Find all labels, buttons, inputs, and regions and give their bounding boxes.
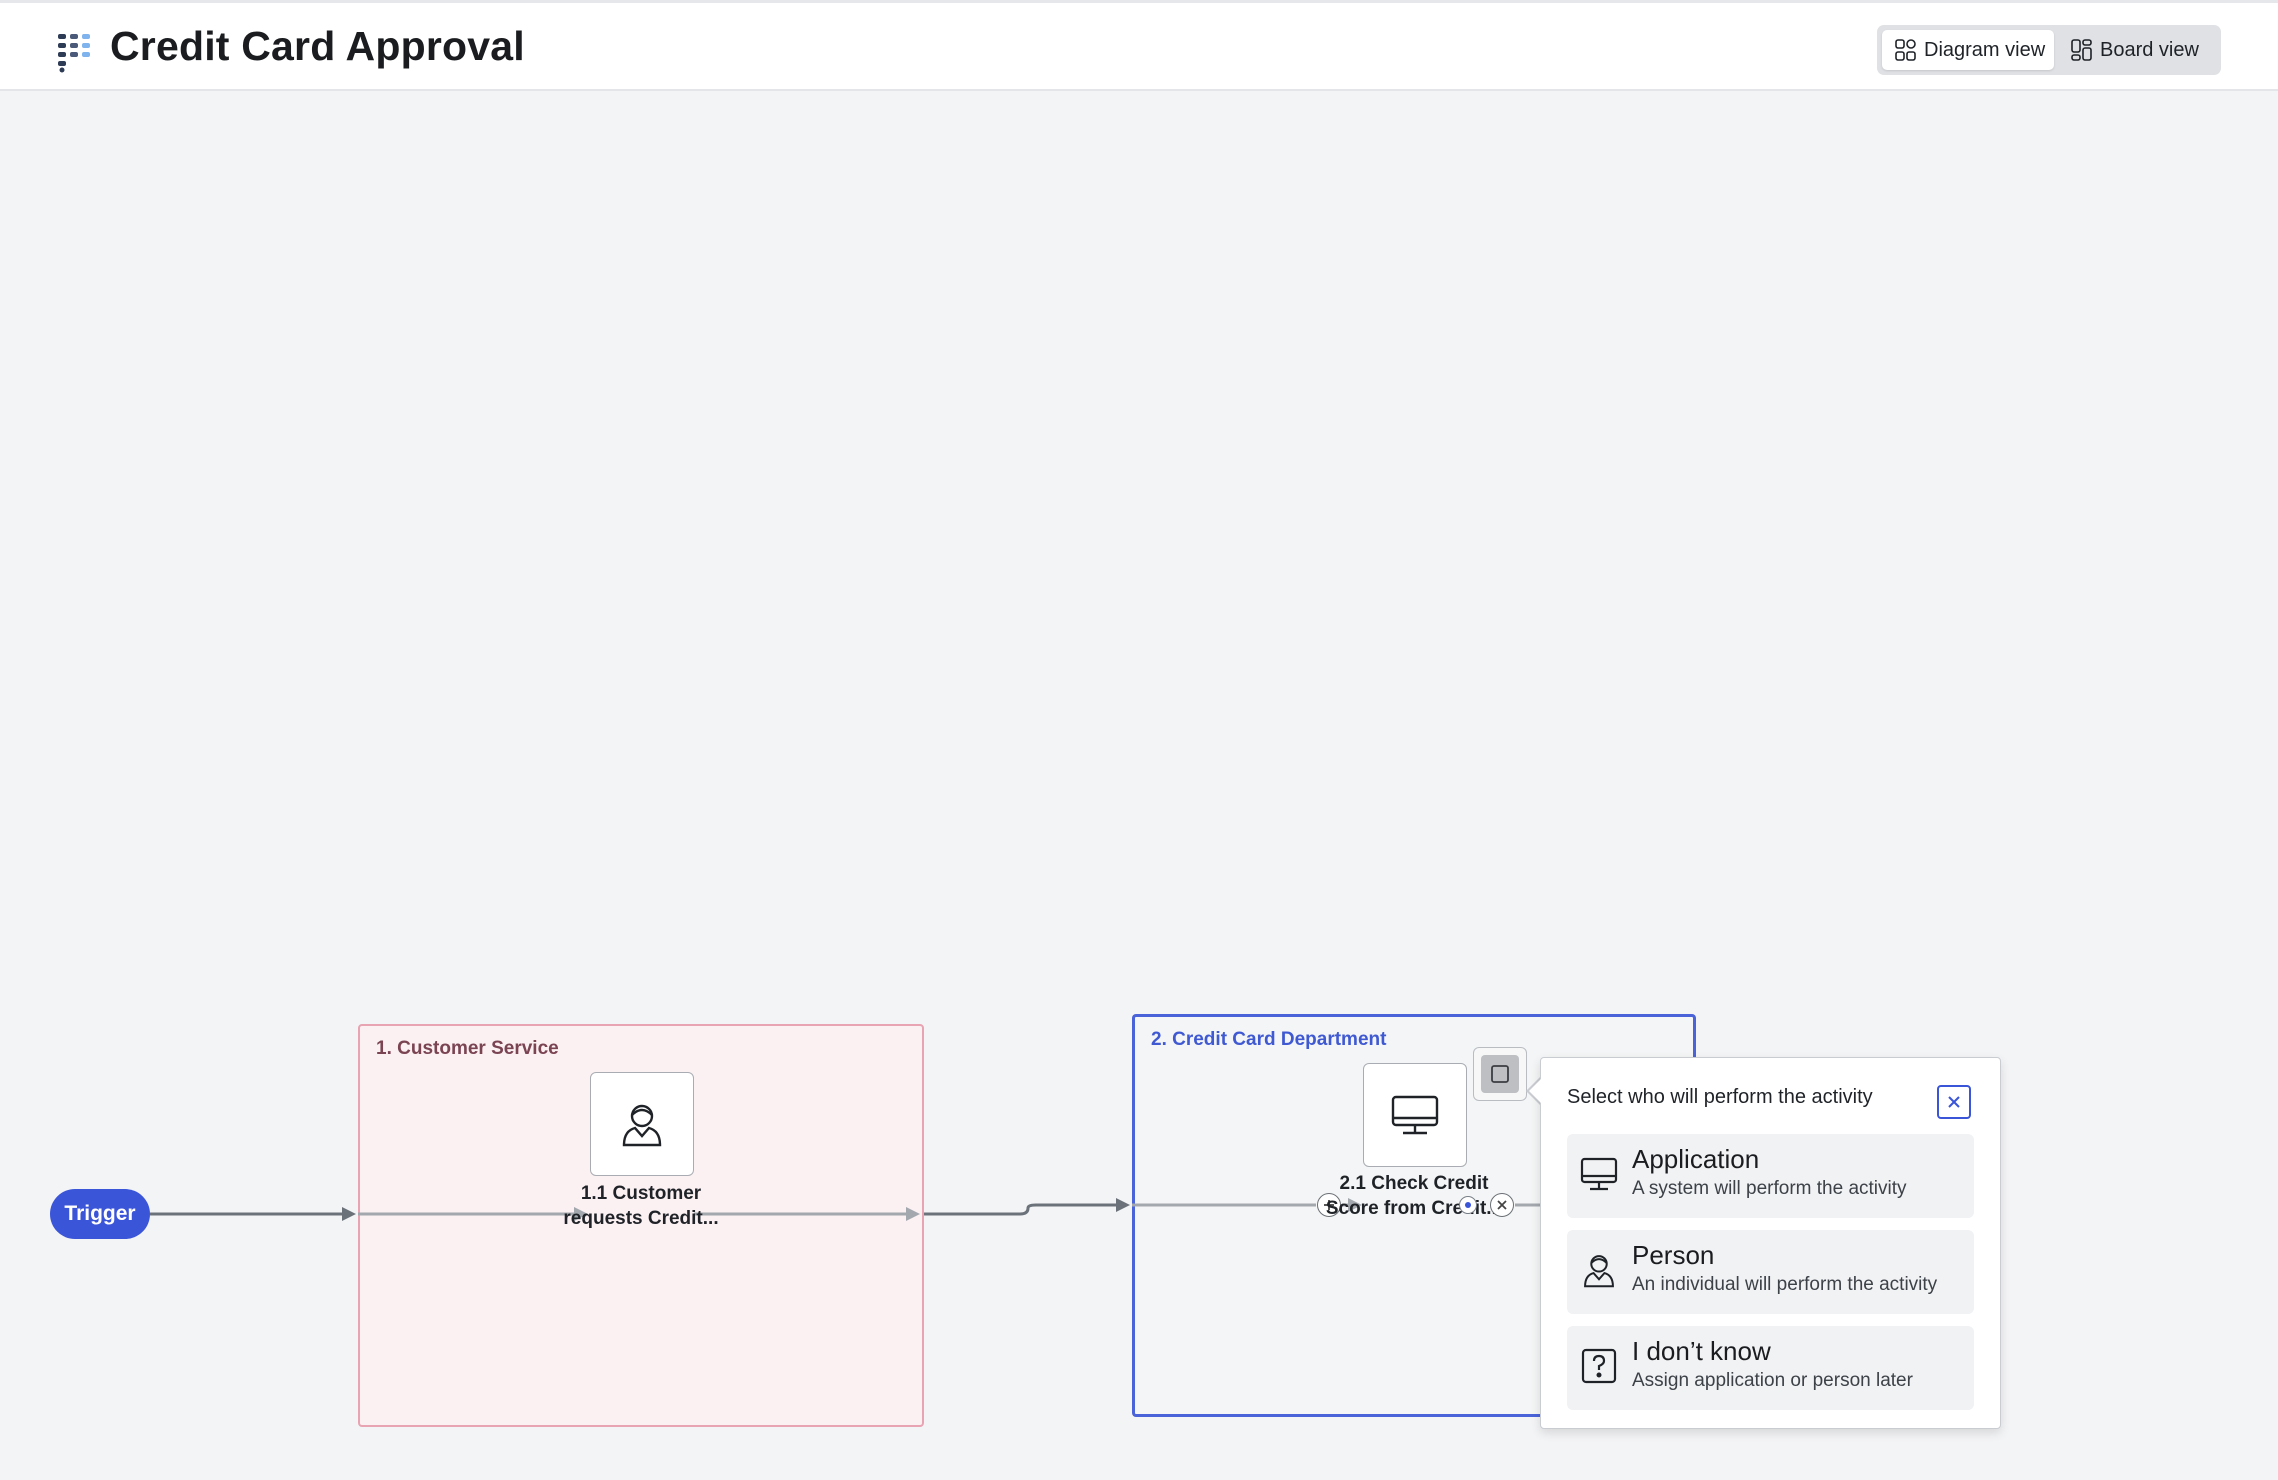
connection-handle[interactable] — [1459, 1196, 1477, 1214]
activity-node-1-1[interactable] — [590, 1072, 694, 1176]
person-icon — [1584, 1255, 1614, 1288]
view-toggle: Diagram view Board view — [1877, 25, 2221, 75]
remove-activity-button[interactable] — [1490, 1193, 1514, 1217]
person-icon — [622, 1104, 662, 1147]
diagram-view-button[interactable]: Diagram view — [1882, 30, 2054, 70]
option-person[interactable]: Person An individual will perform the ac… — [1567, 1230, 1974, 1314]
diagram-view-label: Diagram view — [1924, 38, 2046, 61]
popup-title: Select who will perform the activity — [1567, 1086, 1873, 1108]
option-application[interactable]: Application A system will perform the ac… — [1567, 1134, 1974, 1218]
app-logo-icon — [58, 34, 90, 73]
board-view-label: Board view — [2100, 38, 2199, 61]
option-title: Application — [1632, 1144, 1760, 1174]
option-title: I don’t know — [1632, 1336, 1771, 1366]
question-icon — [1581, 1348, 1617, 1384]
diagram-icon — [1895, 39, 1916, 61]
popup-pointer-inner — [1529, 1078, 1542, 1104]
app-header: Credit Card Approval Diagram view Board … — [0, 3, 2278, 91]
activity-label-1-1: 1.1 Customer requests Credit... — [563, 1183, 719, 1229]
board-view-button[interactable]: Board view — [2058, 30, 2216, 70]
option-description: An individual will perform the activity — [1632, 1274, 1938, 1295]
option-i-dont-know[interactable]: I don’t know Assign application or perso… — [1567, 1326, 1974, 1410]
trigger-node[interactable]: Trigger — [50, 1189, 150, 1239]
option-title: Person — [1632, 1240, 1715, 1270]
option-description: A system will perform the activity — [1632, 1178, 1907, 1199]
close-icon — [1497, 1200, 1507, 1210]
performer-select-popup: Select who will perform the activity App… — [1540, 1057, 2001, 1429]
option-description: Assign application or person later — [1632, 1370, 1913, 1391]
square-icon — [1491, 1065, 1509, 1083]
activity-node-2-1[interactable] — [1363, 1063, 1467, 1167]
close-icon — [1948, 1096, 1960, 1108]
monitor-icon — [1580, 1157, 1618, 1191]
monitor-icon — [1391, 1095, 1439, 1135]
board-icon — [2071, 39, 2092, 61]
activity-label-2-1: 2.1 Check Credit Score from Credit... — [1325, 1173, 1503, 1219]
page-title: Credit Card Approval — [110, 23, 525, 69]
popup-close-button[interactable] — [1937, 1085, 1971, 1119]
activity-type-button[interactable] — [1473, 1047, 1527, 1101]
